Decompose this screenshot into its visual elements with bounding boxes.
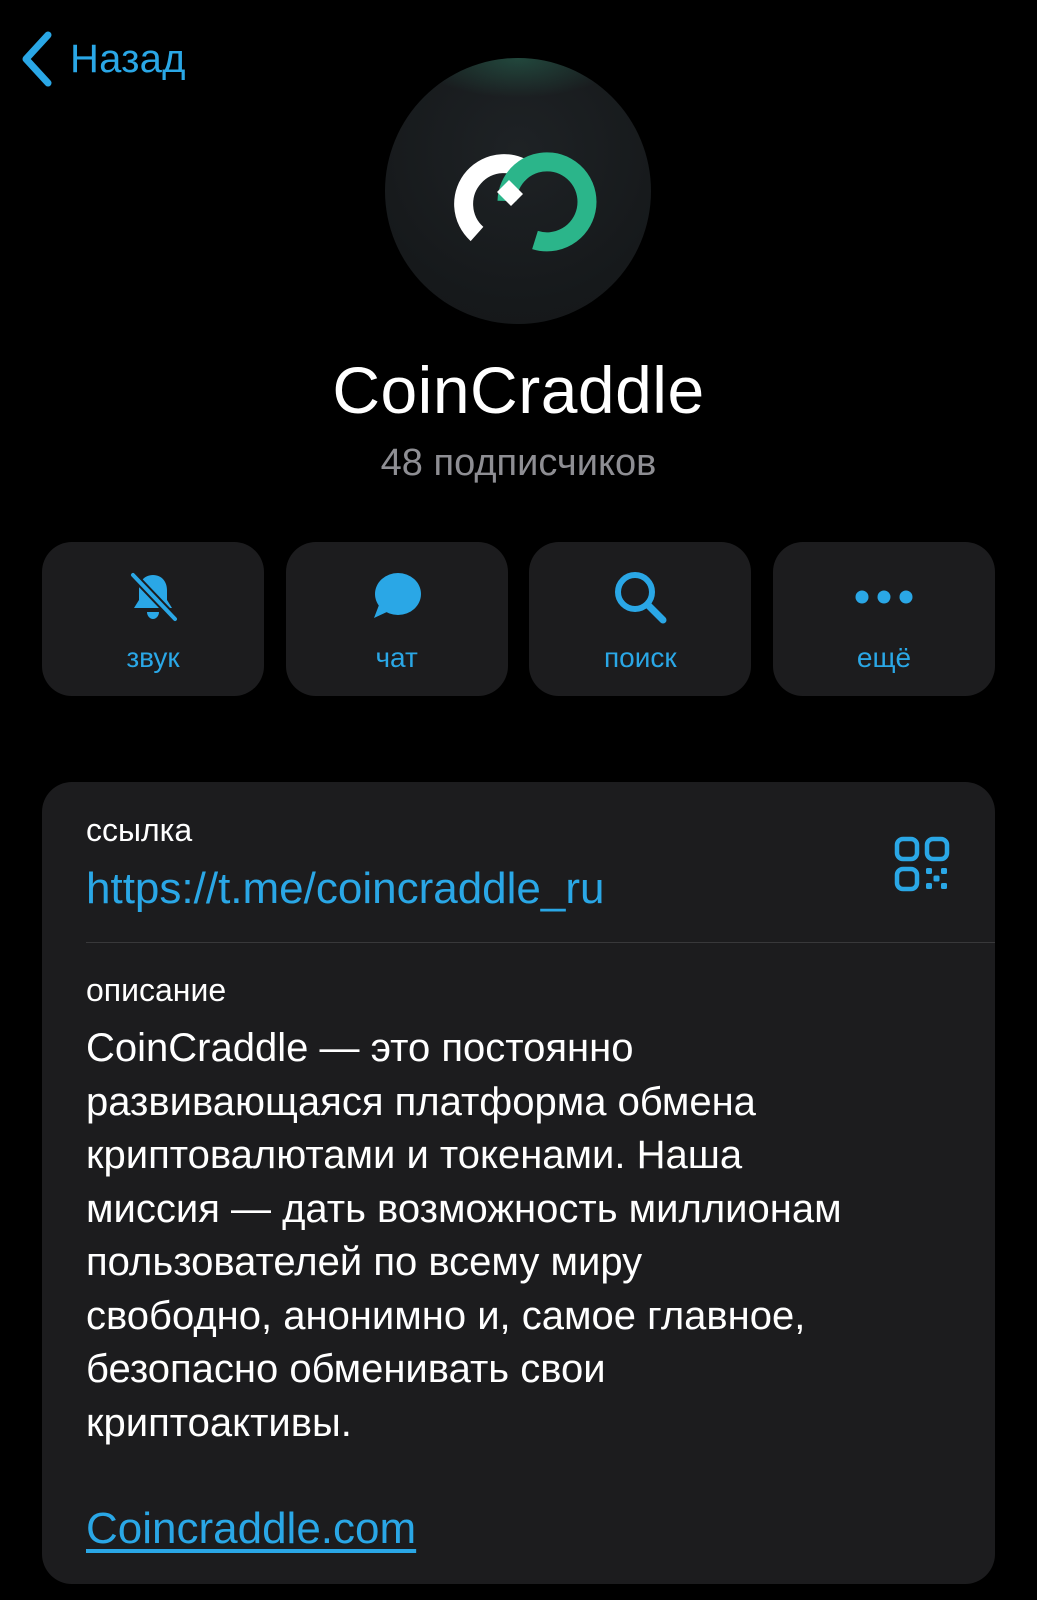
description-line: криптоактивы. [86, 1400, 352, 1445]
divider [86, 942, 995, 943]
chat-bubble-icon [369, 569, 425, 630]
more-label: ещё [856, 642, 912, 673]
chat-label: чат [375, 642, 418, 673]
description-line: миссия — дать возможность миллионам [86, 1186, 842, 1231]
link-label: ссылка [86, 812, 193, 848]
search-label: поиск [604, 642, 677, 673]
search-button[interactable]: поиск [529, 542, 752, 696]
description-label: описание [86, 972, 227, 1008]
more-dots-icon [854, 587, 914, 612]
back-button[interactable]: Назад [18, 28, 186, 90]
qr-code-icon [894, 836, 950, 896]
chevron-left-icon [18, 29, 54, 89]
subscriber-count: 48 подписчиков [380, 442, 657, 484]
channel-link[interactable]: https://t.me/coincraddle_ru [86, 864, 604, 914]
description-line: развивающаяся платформа обмена [86, 1079, 756, 1124]
channel-name: CoinCraddle [332, 353, 705, 427]
description-line: безопасно обменивать свои [86, 1347, 606, 1391]
description-line: свободно, анонимно и, самое главное, [86, 1293, 806, 1338]
channel-avatar[interactable] [385, 58, 651, 324]
mute-label: звук [126, 642, 180, 673]
description-line: пользователей по всему миру [86, 1240, 643, 1284]
website-link[interactable]: Coincraddle.com [86, 1504, 416, 1554]
search-icon [611, 568, 669, 631]
channel-info-card: ссылка https://t.me/coincraddle_ru описа… [42, 782, 995, 1584]
action-bar: звук чат поиск ещё [42, 542, 995, 696]
qr-code-button[interactable] [894, 836, 950, 897]
description-line: CoinCraddle — это постоянно [86, 1026, 634, 1070]
description-line: криптовалютами и токенами. Наша [86, 1133, 743, 1177]
mute-button[interactable]: звук [42, 542, 264, 696]
chat-button[interactable]: чат [285, 542, 508, 696]
description-text: CoinCraddle — это постоянно развивающаяс… [86, 1022, 966, 1450]
bell-muted-icon [125, 569, 181, 630]
back-label: Назад [70, 36, 186, 81]
more-button[interactable]: ещё [772, 542, 995, 696]
